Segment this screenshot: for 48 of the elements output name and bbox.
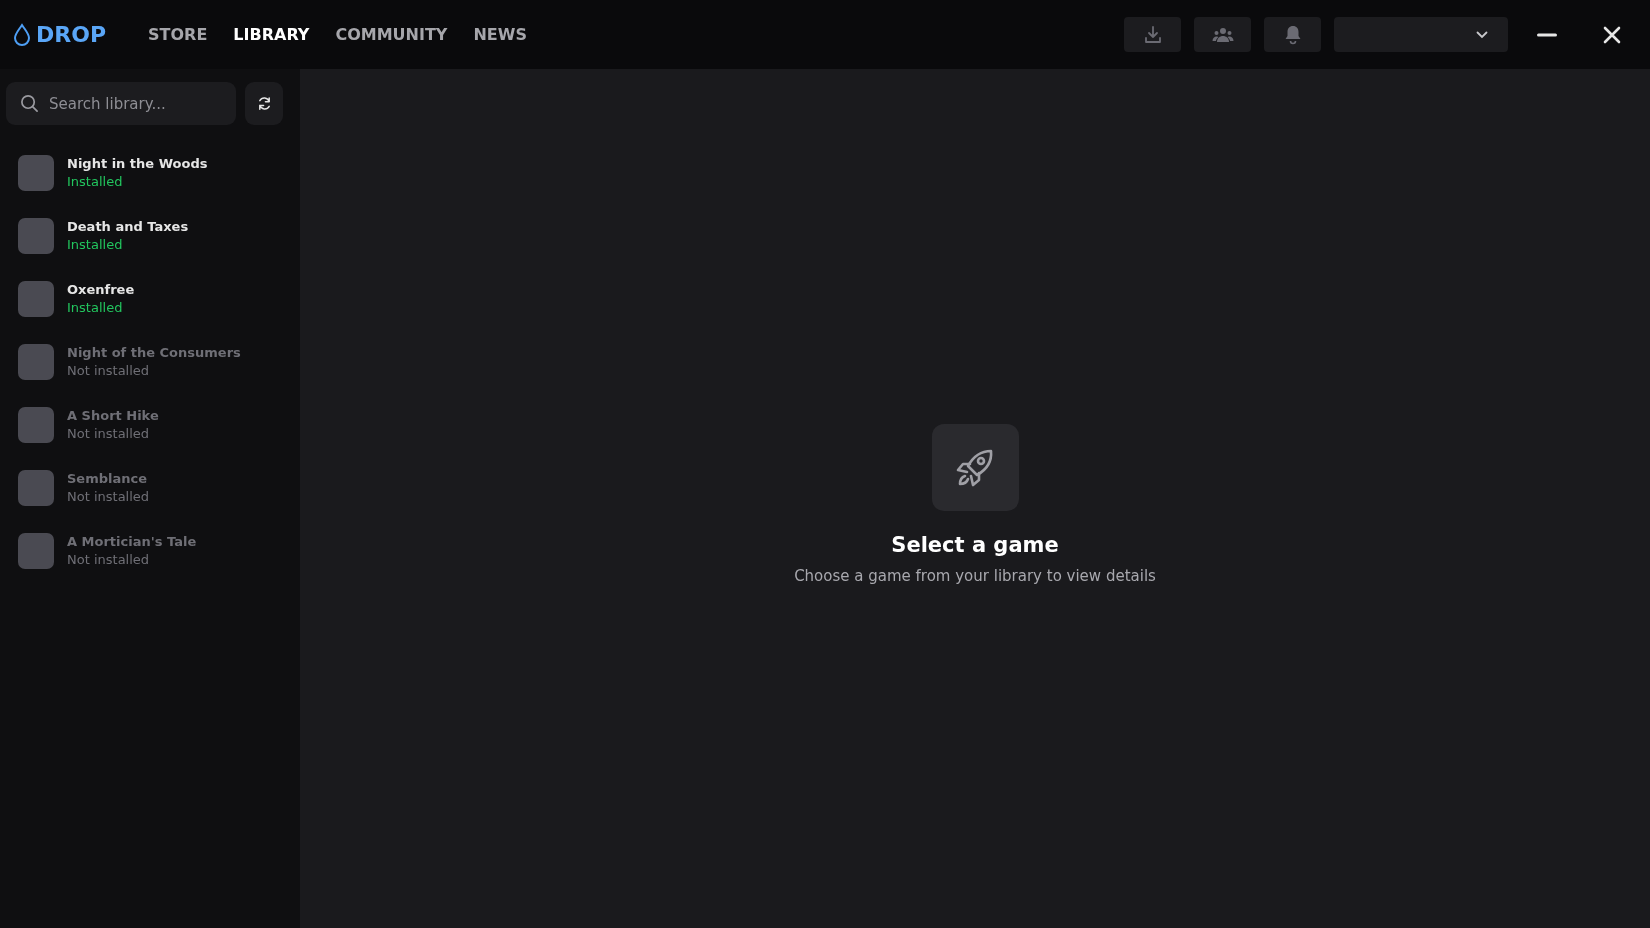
cover-placeholder: [18, 217, 54, 254]
minimize-icon: [1537, 32, 1557, 37]
nav-tab[interactable]: COMMUNITY: [335, 25, 448, 44]
game-title: Night of the Consumers: [67, 345, 241, 360]
nav-tab[interactable]: STORE: [148, 25, 208, 44]
close-icon: [1603, 25, 1621, 44]
install-status: Not installed: [67, 552, 151, 567]
cover-placeholder: [18, 280, 54, 317]
game-title: Oxenfree: [67, 282, 135, 297]
nav-tab[interactable]: LIBRARY: [233, 25, 310, 44]
people-icon: [1211, 26, 1234, 43]
game-title: A Short Hike: [67, 408, 159, 423]
friends-button[interactable]: [1194, 17, 1251, 52]
game-list-item[interactable]: Semblance Not installed: [6, 456, 284, 519]
chevron-down-icon: [1476, 30, 1488, 39]
logo-text: DROP: [36, 22, 107, 47]
game-title: Night in the Woods: [67, 156, 208, 171]
install-status: Not installed: [67, 426, 151, 441]
cover-placeholder: [18, 406, 54, 443]
game-list-item[interactable]: Night of the Consumers Not installed: [6, 330, 284, 393]
game-title: A Mortician's Tale: [67, 534, 197, 549]
cover-placeholder: [18, 154, 54, 191]
install-status: Not installed: [67, 363, 151, 378]
nav-tab[interactable]: NEWS: [473, 25, 527, 44]
empty-state-title: Select a game: [891, 533, 1059, 557]
game-list-item[interactable]: Death and Taxes Installed: [6, 204, 284, 267]
download-button[interactable]: [1124, 17, 1181, 52]
cover-placeholder: [18, 343, 54, 380]
game-title: Semblance: [67, 471, 149, 486]
logo-drop-icon: [12, 22, 32, 47]
empty-state-subtitle: Choose a game from your library to view details: [794, 567, 1156, 585]
search-field[interactable]: Search library...: [6, 82, 236, 125]
bell-icon: [1283, 24, 1302, 45]
refresh-icon: [256, 96, 272, 111]
game-list-item[interactable]: A Mortician's Tale Not installed: [6, 519, 284, 582]
game-title: Death and Taxes: [67, 219, 189, 234]
install-status: Installed: [67, 174, 124, 189]
refresh-button[interactable]: [245, 82, 283, 125]
game-list-item[interactable]: Night in the Woods Installed: [6, 141, 284, 204]
install-status: Installed: [67, 237, 124, 252]
install-status: Installed: [67, 300, 124, 315]
notifications-button[interactable]: [1264, 17, 1321, 52]
cover-placeholder: [18, 532, 54, 569]
install-status: Not installed: [67, 489, 150, 504]
game-list-item[interactable]: Oxenfree Installed: [6, 267, 284, 330]
cover-placeholder: [18, 469, 54, 506]
download-icon: [1142, 24, 1163, 45]
game-list-item[interactable]: A Short Hike Not installed: [6, 393, 284, 456]
